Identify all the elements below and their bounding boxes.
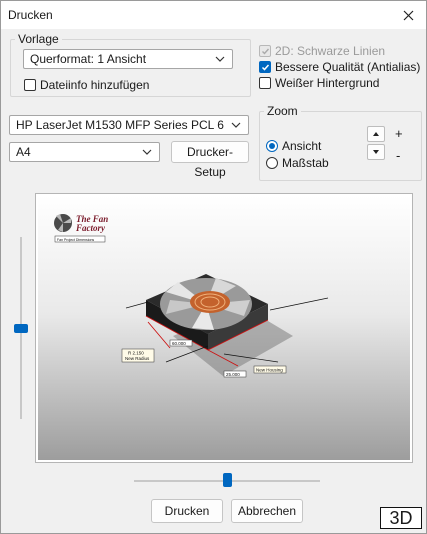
zoom-view-radio-dot[interactable] xyxy=(266,140,278,152)
close-button[interactable] xyxy=(390,1,426,29)
logo-line2: Factory xyxy=(75,223,106,233)
printer-setup-button[interactable]: Drucker-Setup xyxy=(171,141,249,179)
printer-select-value: HP LaserJet M1530 MFP Series PCL 6 xyxy=(16,118,224,132)
paper-select[interactable]: A4 xyxy=(9,142,160,162)
zoom-plus-label: + xyxy=(395,126,403,141)
template-select[interactable]: Querformat: 1 Ansicht xyxy=(23,49,233,69)
print-dialog: Drucken Vorlage Querformat: 1 Ansicht Da… xyxy=(0,0,427,534)
zoom-group-label: Zoom xyxy=(264,104,301,118)
zoom-scale-radio-dot[interactable] xyxy=(266,157,278,169)
dim-housing-label: New Housing xyxy=(256,368,283,373)
fan-factory-logo: The Fan Factory Fan Project Dimensions xyxy=(54,214,108,243)
dim-radius-value: R 2.150 xyxy=(128,351,144,356)
zoom-view-label: Ansicht xyxy=(282,139,322,153)
print-preview: The Fan Factory Fan Project Dimensions 6… xyxy=(35,193,413,463)
dim-width-value: 60.000 xyxy=(172,341,186,346)
triangle-up-icon xyxy=(373,132,379,136)
mode-3d-badge: 3D xyxy=(380,507,422,529)
cancel-button-label: Abbrechen xyxy=(237,504,297,518)
chevron-down-icon xyxy=(231,122,241,128)
preview-page: The Fan Factory Fan Project Dimensions 6… xyxy=(38,196,410,460)
dim-depth-value: 25.000 xyxy=(226,372,240,377)
black-lines-checkbox[interactable]: 2D: Schwarze Linien xyxy=(259,44,385,58)
white-bg-label: Weißer Hintergrund xyxy=(275,76,380,90)
zoom-in-button[interactable] xyxy=(367,126,385,142)
print-button[interactable]: Drucken xyxy=(151,499,223,523)
preview-drawing: The Fan Factory Fan Project Dimensions 6… xyxy=(54,214,329,378)
black-lines-label: 2D: Schwarze Linien xyxy=(275,44,386,58)
zoom-out-button[interactable] xyxy=(367,144,385,160)
dim-radius-label: New Radius xyxy=(125,356,150,361)
fan-blades xyxy=(160,278,252,330)
zoom-minus-label: - xyxy=(396,148,401,163)
printer-select[interactable]: HP LaserJet M1530 MFP Series PCL 6 xyxy=(9,115,249,135)
black-lines-checkbox-box[interactable] xyxy=(259,45,271,57)
print-button-label: Drucken xyxy=(164,504,210,518)
triangle-down-icon xyxy=(373,150,379,154)
chevron-down-icon xyxy=(142,149,152,155)
template-select-value: Querformat: 1 Ansicht xyxy=(30,52,147,66)
horizontal-slider-thumb[interactable] xyxy=(223,473,232,487)
logo-subtitle: Fan Project Dimensions xyxy=(57,238,94,242)
fileinfo-checkbox-label: Dateiinfo hinzufügen xyxy=(40,78,150,92)
mode-3d-badge-label: 3D xyxy=(389,508,413,528)
paper-select-value: A4 xyxy=(16,145,31,159)
check-icon xyxy=(261,64,269,71)
quality-label: Bessere Qualität (Antialias) xyxy=(275,60,421,74)
title-bar: Drucken xyxy=(1,1,426,29)
quality-checkbox[interactable]: Bessere Qualität (Antialias) xyxy=(259,60,420,74)
white-bg-checkbox-box[interactable] xyxy=(259,77,271,89)
zoom-scale-radio[interactable]: Maßstab xyxy=(266,156,329,170)
zoom-scale-label: Maßstab xyxy=(282,156,329,170)
vorlage-group-label: Vorlage xyxy=(15,32,62,46)
quality-checkbox-box[interactable] xyxy=(259,61,271,73)
zoom-view-radio[interactable]: Ansicht xyxy=(266,139,321,153)
close-icon xyxy=(403,10,413,20)
window-title: Drucken xyxy=(8,8,53,22)
cancel-button[interactable]: Abbrechen xyxy=(231,499,303,523)
fileinfo-checkbox-box[interactable] xyxy=(24,79,36,91)
printer-setup-label: Drucker-Setup xyxy=(186,145,233,179)
chevron-down-icon xyxy=(215,56,225,62)
fileinfo-checkbox[interactable]: Dateiinfo hinzufügen xyxy=(24,78,149,92)
check-icon xyxy=(261,48,269,55)
white-bg-checkbox[interactable]: Weißer Hintergrund xyxy=(259,76,379,90)
vertical-slider-thumb[interactable] xyxy=(14,324,28,333)
